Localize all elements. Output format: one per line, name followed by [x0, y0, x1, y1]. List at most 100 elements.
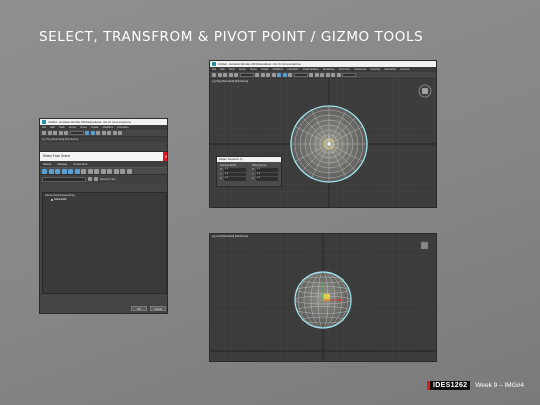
options-icon[interactable] — [94, 177, 98, 181]
selection-filter-dropdown[interactable] — [69, 131, 84, 135]
menu-views[interactable]: Views — [80, 126, 87, 129]
display-geometry-icon[interactable] — [42, 168, 47, 174]
menu-graph-editors[interactable]: Graph Editors — [303, 68, 319, 71]
unlink-icon[interactable] — [58, 131, 63, 135]
menu-file[interactable]: File — [42, 126, 46, 129]
abs-x-row: X: 0.0 — [220, 168, 248, 172]
off-z-field[interactable]: 0.0 — [256, 177, 278, 181]
week-label: Week 9 – IMG#4 — [475, 381, 524, 389]
redo-icon[interactable] — [217, 73, 222, 77]
dialog-menu-display[interactable]: Display — [57, 162, 67, 166]
region-select-icon[interactable] — [96, 131, 100, 135]
off-y-field[interactable]: 0.0 — [256, 172, 278, 176]
window-crossing-icon[interactable] — [271, 73, 276, 77]
scale-icon[interactable] — [118, 131, 122, 135]
display-cameras-icon[interactable] — [61, 168, 67, 174]
pivot-center-icon[interactable] — [309, 73, 313, 77]
display-helpers-icon[interactable] — [68, 168, 73, 174]
move-icon[interactable] — [277, 73, 281, 77]
undo-icon[interactable] — [212, 73, 216, 77]
offset-header: Offset:Screen — [252, 164, 267, 167]
invert-selection-icon[interactable] — [120, 168, 125, 174]
find-input[interactable] — [42, 176, 86, 182]
align-icon[interactable] — [336, 73, 341, 77]
close-icon[interactable]: ✕ — [163, 152, 167, 161]
dialog-menu-customize[interactable]: Customize — [73, 162, 87, 166]
menu-animation[interactable]: Animation — [287, 68, 299, 71]
left-viewport-window[interactable]: [+] [Left] [Standard] [Wireframe] — [209, 233, 437, 362]
bind-icon[interactable] — [234, 73, 238, 77]
filter-icon[interactable] — [126, 168, 132, 174]
display-shapes-icon[interactable] — [48, 168, 54, 174]
link-icon[interactable] — [223, 73, 227, 77]
menu-content[interactable]: Content — [400, 68, 409, 71]
ok-button[interactable]: OK — [131, 306, 147, 311]
rotate-icon[interactable] — [282, 73, 287, 77]
sphere-object-icon — [51, 198, 53, 201]
select-object-icon[interactable] — [85, 131, 89, 135]
snap-icon[interactable] — [314, 73, 319, 77]
search-icon[interactable] — [88, 177, 92, 181]
select-all-icon[interactable] — [107, 168, 112, 174]
menu-file[interactable]: File — [212, 68, 216, 71]
display-containers-icon[interactable] — [100, 168, 106, 174]
menu-edit[interactable]: Edit — [220, 68, 224, 71]
abs-z-field[interactable]: 0.0 — [224, 177, 246, 181]
absolute-column: Absolute:World X: 0.0 Y: 0.0 Z: 0.0 — [220, 164, 248, 182]
region-select-icon[interactable] — [266, 73, 270, 77]
menu-scripting[interactable]: Scripting — [370, 68, 380, 71]
undo-icon[interactable] — [42, 131, 46, 135]
menu-customize[interactable]: Customize — [354, 68, 366, 71]
menu-modifiers[interactable]: Modifiers — [273, 68, 284, 71]
display-groups-icon[interactable] — [81, 168, 86, 174]
abs-y-field[interactable]: 0.0 — [224, 172, 246, 176]
named-selection-dropdown[interactable] — [342, 73, 356, 77]
unlink-icon[interactable] — [228, 73, 233, 77]
menu-animation[interactable]: Animation — [117, 126, 129, 129]
rotate-icon[interactable] — [112, 131, 117, 135]
select-by-name-icon[interactable] — [260, 73, 265, 77]
window-crossing-icon[interactable] — [101, 131, 106, 135]
menu-edit[interactable]: Edit — [50, 126, 54, 129]
menu-create[interactable]: Create — [91, 126, 99, 129]
viewport-label[interactable]: [+] [Left] [Standard] [Wireframe] — [212, 235, 248, 238]
select-by-name-icon[interactable] — [90, 131, 95, 135]
select-object-icon[interactable] — [255, 73, 259, 77]
menu-tools[interactable]: Tools — [59, 126, 65, 129]
menu-civil-view[interactable]: Civil View — [339, 68, 350, 71]
move-icon[interactable] — [107, 131, 111, 135]
menu-modifiers[interactable]: Modifiers — [103, 126, 114, 129]
display-bones-icon[interactable] — [94, 168, 99, 174]
abs-x-field[interactable]: 0.0 — [224, 168, 246, 172]
dialog-menu-select[interactable]: Select — [43, 162, 51, 166]
mirror-icon[interactable] — [331, 73, 335, 77]
off-x-field[interactable]: 0.0 — [256, 168, 278, 172]
select-none-icon[interactable] — [113, 168, 119, 174]
menu-views[interactable]: Views — [250, 68, 257, 71]
menu-rendering[interactable]: Rendering — [323, 68, 335, 71]
menu-create[interactable]: Create — [261, 68, 269, 71]
top-viewport[interactable]: [+] [Top] [Standard] [Wireframe] Rotate … — [210, 79, 436, 207]
list-item[interactable]: Sphere001 — [43, 198, 166, 201]
scene-object-list[interactable]: Name (Sorted Ascending) Sphere001 — [42, 192, 167, 294]
scale-icon[interactable] — [288, 73, 292, 77]
viewport-label[interactable]: [+] [Top] [Standard] [Wireframe] — [212, 80, 248, 83]
display-lights-icon[interactable] — [55, 168, 60, 174]
menu-group[interactable]: Group — [69, 126, 76, 129]
angle-snap-icon[interactable] — [320, 73, 324, 77]
reference-coordinate-dropdown[interactable] — [293, 73, 308, 77]
bind-icon[interactable] — [64, 131, 68, 135]
selection-filter-dropdown[interactable] — [239, 73, 254, 77]
cancel-button[interactable]: Cancel — [150, 306, 166, 311]
menu-group[interactable]: Group — [239, 68, 246, 71]
menu-interactive[interactable]: Interactive — [384, 68, 396, 71]
off-x-row: X: 0.0 — [252, 168, 280, 172]
display-spacewarps-icon[interactable] — [74, 168, 80, 174]
viewcube-icon[interactable] — [420, 241, 429, 250]
menu-tools[interactable]: Tools — [229, 68, 235, 71]
display-xrefs-icon[interactable] — [87, 168, 93, 174]
link-icon[interactable] — [53, 131, 57, 135]
window-title: Untitled - Autodesk 3ds Max 2023 Educati… — [48, 120, 132, 124]
percent-snap-icon[interactable] — [325, 73, 330, 77]
redo-icon[interactable] — [47, 131, 52, 135]
